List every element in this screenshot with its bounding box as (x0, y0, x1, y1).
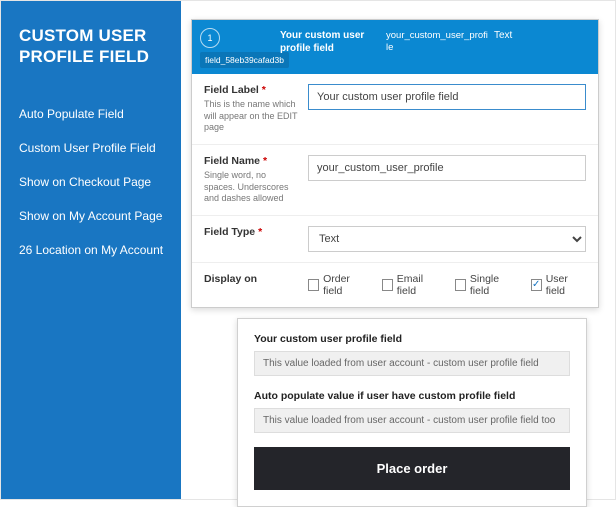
header-slug: your_custom_user_profile (386, 20, 494, 54)
checkbox-user-field[interactable]: ✓ User field (531, 273, 586, 297)
sidebar-item-custom-user-profile[interactable]: Custom User Profile Field (19, 140, 165, 156)
field-number-icon: 1 (200, 28, 220, 48)
field-label-hint: This is the name which will appear on th… (204, 99, 298, 134)
row-field-name: Field Name * Single word, no spaces. Und… (192, 144, 598, 215)
header-type: Text (494, 20, 554, 43)
preview-field-1: Your custom user profile field (254, 333, 570, 376)
title-line2: PROFILE FIELD (19, 47, 149, 66)
display-on-text: Display on (204, 273, 257, 285)
sidebar-item-show-checkout[interactable]: Show on Checkout Page (19, 174, 165, 190)
field-label-caption: Field Label * This is the name which wil… (192, 74, 308, 144)
field-editor-header[interactable]: 1 field_58eb39cafad3b Your custom user p… (192, 20, 598, 74)
checkbox-icon (455, 279, 466, 291)
sidebar-list: Auto Populate Field Custom User Profile … (19, 106, 165, 259)
checkbox-email-field[interactable]: Email field (382, 273, 441, 297)
checkbox-label: User field (546, 273, 586, 297)
sidebar: CUSTOM USER PROFILE FIELD Auto Populate … (1, 1, 181, 499)
preview-field-1-label: Your custom user profile field (254, 333, 570, 345)
header-title: Your custom user profile field (280, 20, 386, 55)
checkout-preview-card: Your custom user profile field Auto popu… (237, 318, 587, 507)
field-type-caption: Field Type * (192, 216, 308, 262)
preview-field-2-input[interactable] (254, 408, 570, 433)
main-area: 1 field_58eb39cafad3b Your custom user p… (181, 1, 615, 499)
checkbox-single-field[interactable]: Single field (455, 273, 517, 297)
place-order-button[interactable]: Place order (254, 447, 570, 490)
checkbox-icon-checked: ✓ (531, 279, 542, 291)
checkbox-order-field[interactable]: Order field (308, 273, 368, 297)
display-on-caption: Display on (192, 263, 308, 307)
field-editor-body: Field Label * This is the name which wil… (192, 74, 598, 307)
field-name-caption: Field Name * Single word, no spaces. Und… (192, 145, 308, 215)
field-id-tag: field_58eb39cafad3b (200, 52, 289, 68)
checkbox-label: Email field (397, 273, 441, 297)
field-name-text: Field Name (204, 155, 260, 167)
checkbox-label: Order field (323, 273, 368, 297)
row-display-on: Display on Order field Email field Singl… (192, 262, 598, 307)
field-editor-card: 1 field_58eb39cafad3b Your custom user p… (191, 19, 599, 308)
row-field-type: Field Type * Text (192, 215, 598, 262)
checkbox-label: Single field (470, 273, 517, 297)
field-name-hint: Single word, no spaces. Underscores and … (204, 170, 298, 205)
sidebar-item-auto-populate[interactable]: Auto Populate Field (19, 106, 165, 122)
field-type-select[interactable]: Text (308, 226, 586, 252)
row-field-label: Field Label * This is the name which wil… (192, 74, 598, 144)
checkbox-icon (382, 279, 393, 291)
sidebar-item-show-account[interactable]: Show on My Account Page (19, 208, 165, 224)
display-on-options: Order field Email field Single field ✓ Us… (308, 273, 586, 297)
field-type-text: Field Type (204, 226, 255, 238)
required-asterisk: * (263, 155, 267, 167)
sidebar-title: CUSTOM USER PROFILE FIELD (19, 25, 165, 68)
field-label-input[interactable] (308, 84, 586, 110)
title-line1: CUSTOM USER (19, 26, 147, 45)
checkbox-icon (308, 279, 319, 291)
header-left: 1 field_58eb39cafad3b (192, 20, 280, 74)
field-label-text: Field Label (204, 84, 259, 96)
preview-field-2: Auto populate value if user have custom … (254, 390, 570, 433)
preview-field-2-label: Auto populate value if user have custom … (254, 390, 570, 402)
preview-field-1-input[interactable] (254, 351, 570, 376)
required-asterisk: * (262, 84, 266, 96)
sidebar-item-location[interactable]: 26 Location on My Account (19, 242, 165, 258)
required-asterisk: * (258, 226, 262, 238)
field-name-input[interactable] (308, 155, 586, 181)
